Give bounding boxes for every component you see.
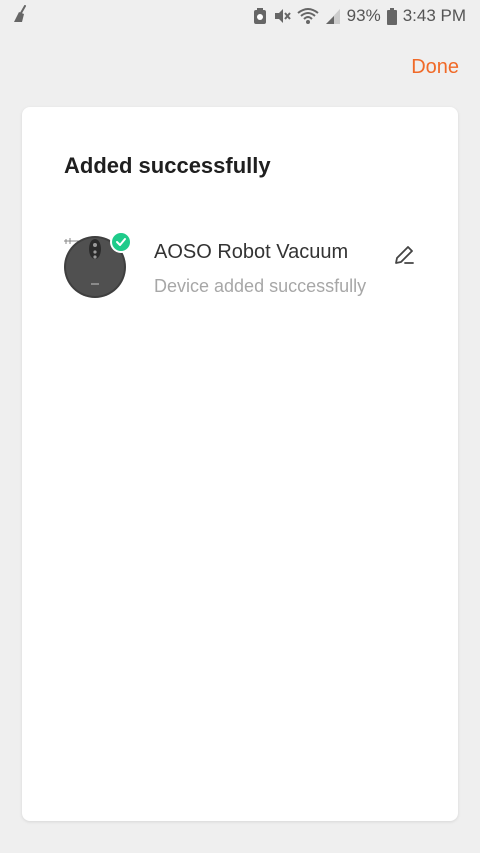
clock: 3:43 PM [402, 6, 466, 25]
status-bar-right: 93% 3:43 PM [253, 6, 466, 26]
result-card: Added successfully AOSO Robot Vacuum Dev… [22, 107, 458, 821]
status-bar-left [12, 4, 32, 28]
device-name: AOSO Robot Vacuum [154, 241, 349, 263]
device-list-item: AOSO Robot Vacuum Device added successfu… [62, 229, 422, 309]
status-bar: 93% 3:43 PM [0, 0, 480, 32]
battery-saver-icon [253, 7, 267, 25]
check-icon [110, 231, 132, 253]
top-bar: Done [0, 32, 480, 106]
battery-icon [386, 7, 397, 25]
card-title: Added successfully [64, 153, 271, 178]
signal-icon [325, 7, 341, 25]
wifi-icon [297, 7, 319, 25]
done-button[interactable]: Done [411, 56, 459, 79]
pencil-icon[interactable] [390, 241, 418, 269]
battery-percent: 93% [346, 6, 381, 25]
broom-icon [12, 4, 32, 28]
mute-icon [273, 7, 291, 25]
device-status: Device added successfully [154, 276, 367, 296]
